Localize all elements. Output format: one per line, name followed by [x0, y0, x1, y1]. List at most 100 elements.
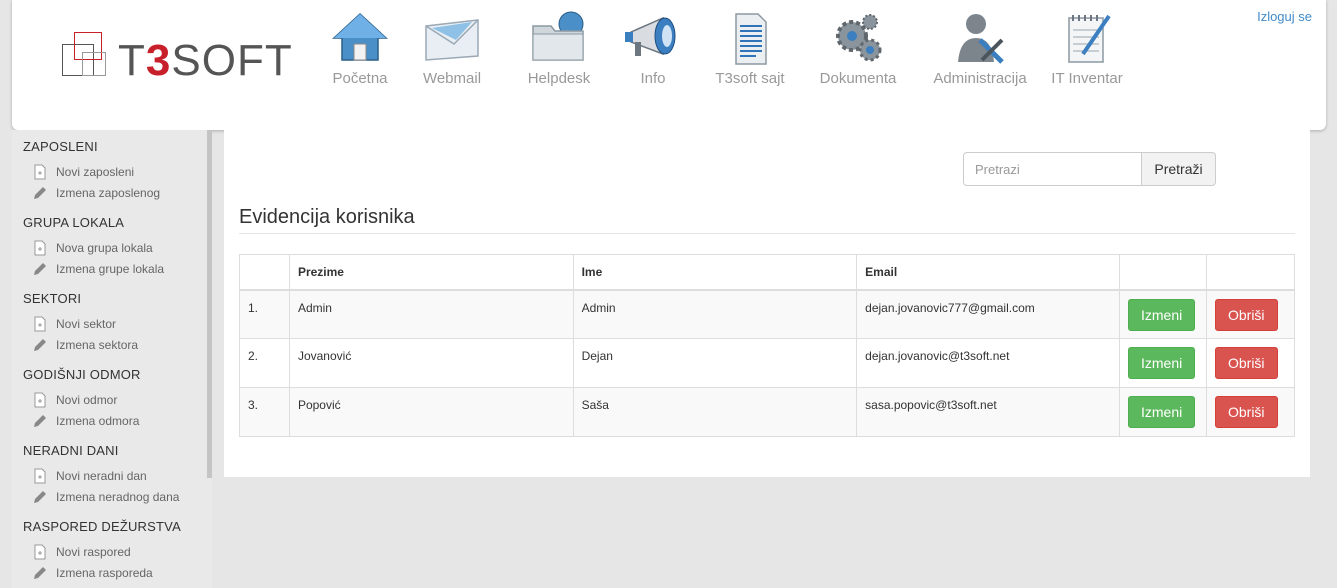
- sidebar-scrollbar[interactable]: [207, 130, 212, 478]
- sidebar-item-label: Novi zaposleni: [56, 165, 135, 179]
- search-input[interactable]: [963, 152, 1141, 186]
- delete-button[interactable]: Obriši: [1214, 298, 1278, 331]
- nav-webmail[interactable]: Webmail: [397, 10, 507, 94]
- cell-delete: Obriši: [1205, 289, 1296, 339]
- top-header: T3SOFT Početna Webmail Helpdesk Info T3s…: [12, 0, 1326, 130]
- sidebar-section-title: NERADNI DANI: [23, 443, 119, 458]
- nav-it-inventar[interactable]: IT Inventar: [1032, 10, 1142, 94]
- cell-delete: Obriši: [1205, 387, 1296, 437]
- edit-button[interactable]: Izmeni: [1128, 347, 1196, 379]
- column-header-prezime: Prezime: [288, 254, 574, 291]
- t3soft-logo[interactable]: T3SOFT: [60, 32, 292, 88]
- search-button[interactable]: Pretraži: [1141, 152, 1216, 186]
- sidebar-item-label: Izmena sektora: [56, 338, 139, 352]
- nav-label: Administracija: [933, 70, 1027, 87]
- envelope-icon: [425, 19, 479, 61]
- nav-label: Dokumenta: [819, 70, 897, 87]
- gears-icon: [836, 14, 882, 62]
- column-header-delete: [1205, 254, 1296, 291]
- sidebar-item-novi-odmor[interactable]: Novi odmor: [32, 392, 117, 408]
- pencil-icon: [34, 187, 46, 199]
- sidebar-item-izmena-rasporeda[interactable]: Izmena rasporeda: [32, 565, 153, 581]
- add-document-icon: [34, 164, 46, 180]
- nav-label: Webmail: [422, 70, 482, 87]
- folder-globe-icon: [532, 11, 584, 61]
- sidebar-item-novi-zaposleni[interactable]: Novi zaposleni: [32, 164, 134, 180]
- column-header-ime: Ime: [572, 254, 858, 291]
- sidebar-item-label: Novi neradni dan: [56, 469, 147, 483]
- nav-dokumenta[interactable]: Dokumenta: [803, 10, 913, 94]
- add-document-icon: [34, 544, 46, 560]
- nav-label: T3soft sajt: [715, 70, 785, 87]
- sidebar-item-label: Novi odmor: [56, 393, 118, 407]
- pencil-icon: [34, 263, 46, 275]
- cell-edit: Izmeni: [1119, 289, 1207, 339]
- table-header-row: Prezime Ime Email: [239, 254, 1296, 291]
- sidebar-item-label: Nova grupa lokala: [56, 241, 153, 255]
- logo-square-light: [82, 52, 106, 76]
- nav-info[interactable]: Info: [598, 10, 708, 94]
- table-row: 1. Admin Admin dejan.jovanovic777@gmail.…: [239, 289, 1296, 339]
- document-icon: [735, 13, 767, 65]
- page-title: Evidencija korisnika: [239, 206, 415, 228]
- title-divider: [239, 233, 1295, 234]
- pencil-icon: [34, 339, 46, 351]
- add-document-icon: [34, 392, 46, 408]
- pencil-icon: [34, 567, 46, 579]
- row-number: 2.: [239, 338, 290, 388]
- search-form: Pretraži: [963, 152, 1216, 186]
- cell-email: dejan.jovanovic@t3soft.net: [856, 338, 1120, 388]
- sidebar-item-izmena-odmora[interactable]: Izmena odmora: [32, 413, 139, 429]
- delete-button[interactable]: Obriši: [1214, 396, 1278, 428]
- column-header-email: Email: [856, 254, 1120, 291]
- add-document-icon: [34, 468, 46, 484]
- sidebar-item-izmena-grupe-lokala[interactable]: Izmena grupe lokala: [32, 261, 164, 277]
- edit-button[interactable]: Izmeni: [1128, 396, 1196, 428]
- cell-prezime: Popović: [288, 387, 574, 437]
- sidebar-item-label: Novi sektor: [56, 317, 117, 331]
- sidebar-item-izmena-zaposlenog[interactable]: Izmena zaposlenog: [32, 185, 160, 201]
- table-row: 3. Popović Saša sasa.popovic@t3soft.net …: [239, 387, 1296, 437]
- sidebar-item-label: Novi raspored: [56, 545, 131, 559]
- sidebar-item-novi-raspored[interactable]: Novi raspored: [32, 544, 131, 560]
- sidebar-item-izmena-sektora[interactable]: Izmena sektora: [32, 337, 138, 353]
- sidebar-item-novi-sektor[interactable]: Novi sektor: [32, 316, 116, 332]
- sidebar-item-label: Izmena odmora: [56, 414, 140, 428]
- add-document-icon: [34, 316, 46, 332]
- cell-ime: Dejan: [572, 338, 858, 388]
- users-table: Prezime Ime Email 1. Admin Admin dejan.j…: [239, 254, 1296, 437]
- nav-t3soft-sajt[interactable]: T3soft sajt: [695, 10, 805, 94]
- edit-button[interactable]: Izmeni: [1128, 298, 1196, 331]
- cell-email: dejan.jovanovic777@gmail.com: [856, 289, 1120, 339]
- admin-user-icon: [958, 14, 1004, 64]
- sidebar-item-label: Izmena zaposlenog: [56, 186, 161, 200]
- sidebar-item-novi-neradni-dan[interactable]: Novi neradni dan: [32, 468, 147, 484]
- pencil-icon: [34, 491, 46, 503]
- sidebar-item-label: Izmena grupe lokala: [56, 262, 165, 276]
- sidebar-section-title: ZAPOSLENI: [23, 139, 98, 154]
- cell-prezime: Admin: [288, 289, 574, 339]
- logout-link[interactable]: Izloguj se: [1257, 9, 1312, 24]
- column-header-edit: [1119, 254, 1207, 291]
- cell-email: sasa.popovic@t3soft.net: [856, 387, 1120, 437]
- sidebar-item-label: Izmena rasporeda: [56, 566, 153, 580]
- cell-edit: Izmeni: [1119, 338, 1207, 388]
- sidebar-item-izmena-neradnog-dana[interactable]: Izmena neradnog dana: [32, 489, 179, 505]
- home-icon: [332, 12, 388, 61]
- add-document-icon: [34, 240, 46, 256]
- sidebar-section-title: SEKTORI: [23, 291, 82, 306]
- nav-label: Info: [640, 70, 666, 87]
- cell-edit: Izmeni: [1119, 387, 1207, 437]
- sidebar: ZAPOSLENI Novi zaposleni Izmena zaposlen…: [12, 130, 212, 588]
- sidebar-item-nova-grupa-lokala[interactable]: Nova grupa lokala: [32, 240, 153, 256]
- logo-text: T3SOFT: [118, 36, 293, 85]
- cell-prezime: Jovanović: [288, 338, 574, 388]
- sidebar-section-title: RASPORED DEŽURSTVA: [23, 519, 181, 534]
- nav-administracija[interactable]: Administracija: [925, 10, 1035, 94]
- notepad-pen-icon: [1068, 14, 1111, 63]
- delete-button[interactable]: Obriši: [1214, 347, 1278, 379]
- row-number: 3.: [239, 387, 290, 437]
- cell-ime: Saša: [572, 387, 858, 437]
- column-header-number: [239, 254, 290, 291]
- main-panel: Pretraži Evidencija korisnika Prezime Im…: [224, 130, 1310, 477]
